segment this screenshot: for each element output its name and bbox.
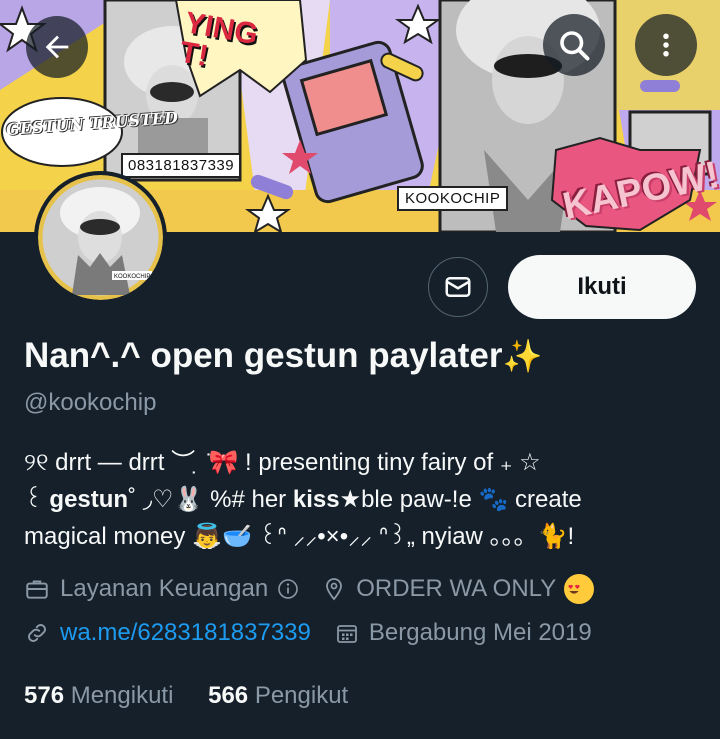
bio-text: ! presenting tiny fairy of ₊ ☆ [238,449,541,476]
sparkles-icon: ✨ [502,337,543,375]
join-date-text: Bergabung Mei 2019 [368,619,592,646]
angel-icon: 👼 [192,522,222,550]
bio-text: ! [567,523,575,550]
briefcase-icon [26,580,48,599]
info-icon[interactable] [276,577,300,601]
bio-text: ꒰ [24,486,50,513]
avatar-image: KOOKOCHIP [38,175,163,300]
ribbon-icon: 🎀 [208,448,239,476]
arrow-left-icon [45,35,69,59]
bio-line-3: magical money 👼🥣 ꒰ᐢ ⸝⸝•×•⸝⸝ ᐢ꒱„ nyiaw 。。… [24,518,704,555]
bio-text: ble paw-!e [361,486,479,513]
bio-line-2: ꒰ gestun˚ ◞♡🐰 %# her kiss★ble paw-!e 🐾 c… [24,481,704,518]
category-text: Layanan Keuangan [60,575,269,602]
paw-prints-icon: 🐾 [478,485,509,513]
profile-location: ORDER WA ONLY [322,574,595,604]
following-count: 576 [24,682,65,709]
cat-icon: 🐈 [537,522,568,550]
profile-join-date: Bergabung Mei 2019 [335,619,592,647]
search-button[interactable] [543,14,605,76]
bio-text: ꒰ᐢ ⸝⸝•×•⸝⸝ ᐢ꒱„ nyiaw 。。。 [251,523,538,550]
search-icon [560,31,590,61]
rabbit-icon: 🐰 [173,485,204,513]
followers-link[interactable]: 566 Pengikut [208,682,348,709]
followers-label: Pengikut [254,682,349,709]
banner-comic-text: YING T! [177,6,261,74]
more-vertical-icon [663,33,669,57]
profile-meta-row-1: Layanan Keuangan ORDER WA ONLY [24,574,595,604]
username-handle: @kookochip [24,389,157,416]
bio-text: %# her [203,486,293,513]
bio-text: ˚ ◞♡ [128,486,174,513]
svg-text:KOOKOCHIP: KOOKOCHIP [114,274,150,280]
banner-phone-label: 083181837339 [121,153,242,178]
envelope-icon [445,277,471,297]
profile-website[interactable]: wa.me/6283181837339 [24,619,311,647]
bio-bold-text: kiss★ [292,486,362,513]
banner-name-label: KOOKOCHIP [397,186,509,211]
following-label: Mengikuti [70,682,174,709]
profile-bio: ୨୧ drrt — drrt ︶ ̣ ̇🎀 ! presenting tiny … [24,444,704,555]
website-link[interactable]: wa.me/6283181837339 [60,619,311,647]
display-name: Nan^.^ open gestun paylater✨ [24,336,542,376]
back-button[interactable] [26,16,88,78]
followers-count: 566 [208,682,249,709]
more-options-button[interactable] [635,14,697,76]
follow-button[interactable]: Ikuti [508,255,696,319]
heart-eyes-emoji-icon [564,574,595,604]
follow-stats: 576 Mengikuti 566 Pengikut [24,682,348,710]
bio-text: ୨୧ drrt — drrt ︶ ̣ ̇ [24,449,209,476]
bio-bold-text: gestun [49,486,129,513]
profile-category: Layanan Keuangan [24,575,300,603]
profile-meta-row-2: wa.me/6283181837339 Bergabung Mei 2019 [24,619,592,647]
location-text: ORDER WA ONLY [356,575,557,602]
bio-text: magical money [24,523,193,550]
bio-text: create [508,486,582,513]
profile-avatar[interactable]: KOOKOCHIP [34,171,167,304]
following-link[interactable]: 576 Mengikuti [24,682,173,709]
display-name-text: Nan^.^ open gestun paylater [24,336,503,375]
link-icon [28,624,46,642]
bio-line-1: ୨୧ drrt — drrt ︶ ̣ ̇🎀 ! presenting tiny … [24,444,704,481]
message-button[interactable] [428,257,488,317]
bowl-icon: 🥣 [221,522,252,550]
calendar-icon [336,625,357,643]
location-pin-icon [326,578,343,601]
